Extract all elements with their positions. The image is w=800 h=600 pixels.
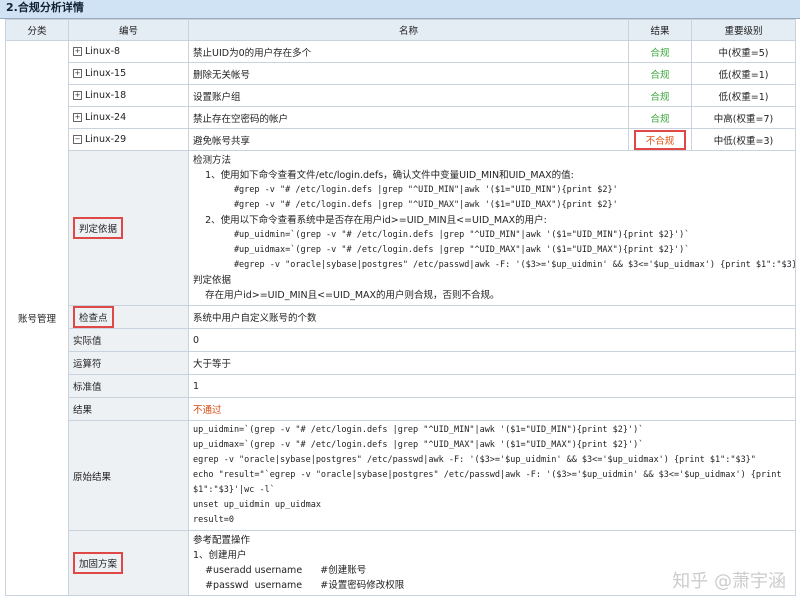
basis-line: 存在用户id>=UID_MIN且<=UID_MAX的用户则合规，否则不合规。 [193,290,500,301]
raw-line: up_uidmin=`(grep -v "# /etc/login.defs |… [193,425,644,435]
basis-command: #up_uidmax=`(grep -v "# /etc/login.defs … [193,245,690,255]
detail-row-actual: 实际值 0 [6,328,796,352]
expand-icon[interactable]: + [73,69,82,78]
hardening-line: 1、创建用户 [193,550,247,561]
item-name: 设置账户组 [188,84,629,107]
result-badge: 合规 [628,106,692,129]
detail-row-standard: 标准值 1 [6,374,796,398]
detail-row-basis: 判定依据 检测方法 1、使用如下命令查看文件/etc/login.defs，确认… [6,150,796,306]
basis-command: #grep -v "# /etc/login.defs |grep "^UID_… [193,185,618,195]
item-name: 禁止存在空密码的帐户 [188,106,629,129]
checkpoint-value: 系统中用户自定义账号的个数 [188,305,796,329]
column-header-severity: 重要级别 [691,19,796,41]
result-badge: 合规 [628,84,692,107]
operator-label: 运算符 [68,351,189,375]
detail-row-operator: 运算符 大于等于 [6,351,796,375]
item-id[interactable]: Linux-15 [85,68,126,79]
item-id[interactable]: Linux-8 [85,46,120,57]
expand-icon[interactable]: + [73,91,82,100]
collapse-icon[interactable]: − [73,135,82,144]
column-header-name: 名称 [188,19,629,41]
item-id-cell[interactable]: + Linux-15 [68,62,189,85]
basis-command: #egrep -v "oracle|sybase|postgres" /etc/… [193,260,796,270]
section-title: 2.合规分析详情 [0,0,800,19]
result-badge: 不合规 [628,128,692,151]
item-id-cell[interactable]: − Linux-29 [68,128,189,151]
table-header-row: 分类 编号 名称 结果 重要级别 [5,19,796,41]
detail-label-cell: 检查点 [68,305,189,329]
basis-content: 检测方法 1、使用如下命令查看文件/etc/login.defs，确认文件中变量… [188,150,796,306]
watermark: 知乎 @萧宇涵 [672,571,786,592]
raw-line: echo "result="`egrep -v "oracle|sybase|p… [193,470,782,480]
raw-label: 原始结果 [68,420,189,531]
expand-icon[interactable]: + [73,47,82,56]
standard-label: 标准值 [68,374,189,398]
severity-cell: 低(权重=1) [691,62,796,85]
basis-command: #up_uidmin=`(grep -v "# /etc/login.defs … [193,230,690,240]
category-cell: 账号管理 [5,40,69,596]
item-id[interactable]: Linux-18 [85,90,126,101]
result-value: 不通过 [188,397,796,421]
raw-line: unset up_uidmin up_uidmax [193,500,321,510]
hardening-line: 参考配置操作 [193,535,251,546]
standard-value: 1 [188,374,796,398]
basis-line: 检测方法 [193,155,232,166]
actual-label: 实际值 [68,328,189,352]
detail-row-result: 结果 不通过 [6,397,796,421]
detail-label-cell: 加固方案 [68,530,189,596]
raw-content: up_uidmin=`(grep -v "# /etc/login.defs |… [188,420,796,531]
compliance-table: 分类 编号 名称 结果 重要级别 账号管理 + Linux-8 禁止UID为0的用… [5,19,796,596]
item-name: 避免帐号共享 [188,128,629,151]
actual-value: 0 [188,328,796,352]
severity-cell: 低(权重=1) [691,84,796,107]
item-name: 禁止UID为0的用户存在多个 [188,40,629,63]
basis-command: #grep -v "# /etc/login.defs |grep "^UID_… [193,200,618,210]
basis-line: 2、使用以下命令查看系统中是否存在用户id>=UID_MIN且<=UID_MAX… [193,215,547,226]
result-fail-highlight: 不合规 [633,129,687,150]
table-row-expanded[interactable]: − Linux-29 避免帐号共享 不合规 中低(权重=3) [6,128,796,151]
basis-line: 1、使用如下命令查看文件/etc/login.defs，确认文件中变量UID_M… [193,170,574,181]
result-label: 结果 [68,397,189,421]
item-id[interactable]: Linux-24 [85,112,126,123]
hardening-label: 加固方案 [73,552,124,574]
severity-cell: 中高(权重=7) [691,106,796,129]
column-header-result: 结果 [628,19,692,41]
operator-value: 大于等于 [188,351,796,375]
raw-line: up_uidmax=`(grep -v "# /etc/login.defs |… [193,440,644,450]
checkpoint-label: 检查点 [73,306,114,328]
table-row[interactable]: + Linux-18 设置账户组 合规 低(权重=1) [6,84,796,107]
severity-cell: 中(权重=5) [691,40,796,63]
item-id-cell[interactable]: + Linux-18 [68,84,189,107]
result-badge: 合规 [628,62,692,85]
item-id-cell[interactable]: + Linux-24 [68,106,189,129]
column-header-id: 编号 [68,19,189,41]
item-name: 删除无关帐号 [188,62,629,85]
result-badge: 合规 [628,40,692,63]
column-header-category: 分类 [5,19,69,41]
table-row[interactable]: 账号管理 + Linux-8 禁止UID为0的用户存在多个 合规 中(权重=5) [5,40,796,596]
basis-line: 判定依据 [193,275,232,286]
table-row[interactable]: + Linux-24 禁止存在空密码的帐户 合规 中高(权重=7) [6,106,796,129]
raw-line: $1":"$3}'|wc -l` [193,485,275,495]
item-id-cell[interactable]: + Linux-8 [68,40,189,63]
severity-cell: 中低(权重=3) [691,128,796,151]
raw-line: result=0 [193,515,234,525]
expand-icon[interactable]: + [73,113,82,122]
detail-row-raw: 原始结果 up_uidmin=`(grep -v "# /etc/login.d… [6,420,796,531]
basis-label: 判定依据 [73,217,124,239]
item-id[interactable]: Linux-29 [85,134,126,145]
raw-line: egrep -v "oracle|sybase|postgres" /etc/p… [193,455,756,465]
detail-row-checkpoint: 检查点 系统中用户自定义账号的个数 [6,305,796,329]
table-row[interactable]: + Linux-15 删除无关帐号 合规 低(权重=1) [6,62,796,85]
detail-label-cell: 判定依据 [68,150,189,306]
